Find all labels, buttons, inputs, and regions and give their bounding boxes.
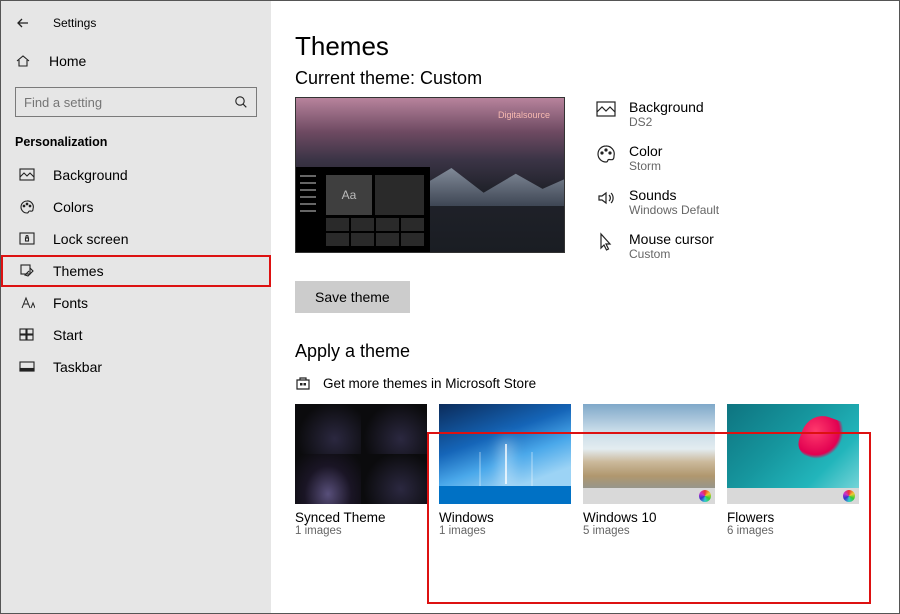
- prop-background[interactable]: BackgroundDS2: [595, 99, 719, 129]
- apply-theme-heading: Apply a theme: [295, 341, 875, 362]
- save-theme-button[interactable]: Save theme: [295, 281, 410, 313]
- theme-card-flowers[interactable]: Flowers 6 images: [727, 404, 859, 537]
- theme-card-windows10[interactable]: Windows 10 5 images: [583, 404, 715, 537]
- home-label: Home: [49, 53, 86, 69]
- picture-icon: [19, 168, 39, 182]
- current-theme-label: Current theme: Custom: [295, 68, 875, 89]
- nav-background[interactable]: Background: [1, 159, 271, 191]
- store-icon: [295, 374, 313, 392]
- theme-card-windows[interactable]: Windows 1 images: [439, 404, 571, 537]
- nav-colors[interactable]: Colors: [1, 191, 271, 223]
- nav-start[interactable]: Start: [1, 319, 271, 351]
- speaker-icon: [595, 187, 617, 209]
- themes-icon: [19, 263, 39, 279]
- home-icon: [15, 53, 37, 69]
- cursor-icon: [595, 231, 617, 253]
- palette-icon: [595, 143, 617, 165]
- preview-watermark: Digitalsource: [498, 110, 550, 120]
- back-icon[interactable]: [15, 15, 31, 31]
- prop-cursor[interactable]: Mouse cursorCustom: [595, 231, 719, 261]
- sidebar: Settings Home Personalization Background…: [1, 1, 271, 613]
- preview-aa: Aa: [326, 175, 372, 215]
- page-title: Themes: [295, 31, 875, 62]
- prop-sounds[interactable]: SoundsWindows Default: [595, 187, 719, 217]
- main-content: Themes Current theme: Custom Digitalsour…: [271, 1, 899, 613]
- search-icon: [234, 95, 248, 109]
- nav-lock-screen[interactable]: Lock screen: [1, 223, 271, 255]
- window-title: Settings: [53, 16, 96, 30]
- category-title: Personalization: [1, 131, 271, 159]
- nav-taskbar[interactable]: Taskbar: [1, 351, 271, 383]
- taskbar-icon: [19, 361, 39, 373]
- lock-screen-icon: [19, 232, 39, 246]
- nav-fonts[interactable]: Fonts: [1, 287, 271, 319]
- home-nav[interactable]: Home: [1, 45, 271, 77]
- search-input[interactable]: [15, 87, 257, 117]
- search-field[interactable]: [24, 95, 234, 110]
- store-link[interactable]: Get more themes in Microsoft Store: [295, 374, 875, 392]
- picture-icon: [595, 99, 617, 121]
- nav-themes[interactable]: Themes: [1, 255, 271, 287]
- palette-icon: [19, 199, 39, 215]
- fonts-icon: [19, 296, 39, 310]
- theme-preview[interactable]: Digitalsource Aa: [295, 97, 565, 253]
- prop-color[interactable]: ColorStorm: [595, 143, 719, 173]
- theme-card-synced[interactable]: Synced Theme 1 images: [295, 404, 427, 537]
- start-icon: [19, 328, 39, 342]
